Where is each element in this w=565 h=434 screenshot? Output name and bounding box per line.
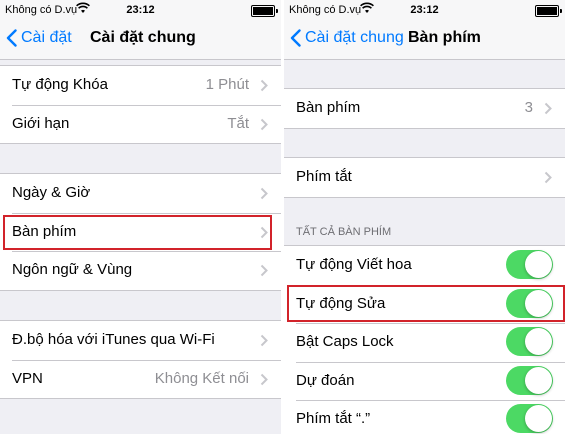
toggle-knob [525,251,552,278]
keyboards-row[interactable]: Bàn phím 3 [284,89,565,128]
chevron-right-icon [260,187,268,200]
toggle-knob [525,289,552,317]
auto-correction-row: Tự động Sửa [284,284,565,324]
settings-group-2: Ngày & Giờ Bàn phím Ngôn ngữ & Vùng [0,173,281,291]
settings-group-3: Đ.bộ hóa với iTunes qua Wi-Fi VPN Không … [0,320,281,399]
keyboard-settings-screen: Không có D.vụ 23:12 Cài đặt chung Bàn ph… [284,0,565,434]
toggle-knob [525,328,552,355]
navigation-bar: Cài đặt chung Bàn phím [284,20,565,60]
row-label: VPN [12,369,43,387]
period-shortcut-row: Phím tắt “.” [284,400,565,434]
row-label: Tự động Viết hoa [296,256,412,273]
toggle-knob [525,366,552,394]
row-value: Không Kết nối [154,369,249,387]
chevron-right-icon [260,373,268,385]
auto-lock-row[interactable]: Tự động Khóa 1 Phút [0,66,281,105]
keyboard-row[interactable]: Bàn phím [0,212,281,252]
chevron-right-icon [544,102,552,115]
back-label: Cài đặt [21,29,72,46]
battery-icon [251,5,278,17]
page-title: Cài đặt chung [90,29,196,46]
date-time-row[interactable]: Ngày & Giờ [0,174,281,213]
row-value: 1 Phút [205,76,249,93]
chevron-right-icon [260,79,268,92]
language-region-row[interactable]: Ngôn ngữ & Vùng [0,251,281,290]
settings-group-1: Tự động Khóa 1 Phút Giới hạn Tắt [0,65,281,144]
auto-capitalization-row: Tự động Viết hoa [284,246,565,285]
row-label: Phím tắt “.” [296,410,371,427]
battery-icon [535,5,562,17]
row-label: Đ.bộ hóa với iTunes qua Wi-Fi [12,331,215,348]
chevron-right-icon [260,226,268,238]
all-keyboards-group: Tự động Viết hoa Tự động Sửa Bật Caps Lo… [284,245,565,434]
page-title: Bàn phím [408,29,481,46]
period-shortcut-toggle[interactable] [506,404,553,433]
restrictions-row[interactable]: Giới hạn Tắt [0,104,281,144]
navigation-bar: Cài đặt Cài đặt chung [0,20,281,60]
row-label: Tự động Sửa [296,294,386,312]
back-label: Cài đặt chung [305,29,404,46]
back-button[interactable]: Cài đặt chung [290,29,404,47]
predictive-row: Dự đoán [284,361,565,401]
section-header: TẤT CẢ BÀN PHÍM [296,226,392,238]
row-label: Ngày & Giờ [12,184,91,201]
predictive-toggle[interactable] [506,365,553,395]
vpn-row[interactable]: VPN Không Kết nối [0,359,281,399]
auto-capitalization-toggle[interactable] [506,250,553,279]
clock: 23:12 [126,4,155,16]
caps-lock-row: Bật Caps Lock [284,323,565,362]
row-label: Bàn phím [12,222,77,240]
status-bar: Không có D.vụ 23:12 [284,0,565,20]
chevron-right-icon [544,171,552,184]
caps-lock-toggle[interactable] [506,327,553,356]
chevron-left-icon [6,29,17,47]
row-label: Ngôn ngữ & Vùng [12,261,133,278]
chevron-right-icon [260,264,268,277]
status-bar: Không có D.vụ 23:12 [0,0,281,20]
clock: 23:12 [410,4,439,16]
auto-correction-toggle[interactable] [506,288,553,318]
itunes-wifi-sync-row[interactable]: Đ.bộ hóa với iTunes qua Wi-Fi [0,321,281,360]
row-label: Bàn phím [296,99,361,116]
chevron-right-icon [260,118,268,130]
row-label: Phím tắt [296,168,352,185]
chevron-right-icon [260,334,268,347]
row-label: Bật Caps Lock [296,333,394,350]
row-value: 3 [524,99,533,116]
chevron-left-icon [290,29,301,47]
row-label: Dự đoán [296,371,355,389]
shortcuts-row[interactable]: Phím tắt [284,158,565,197]
general-settings-screen: Không có D.vụ 23:12 Cài đặt Cài đặt chun… [0,0,281,434]
back-button[interactable]: Cài đặt [6,29,72,47]
keyboards-group: Bàn phím 3 [284,88,565,129]
row-label: Tự động Khóa [12,76,108,93]
row-label: Giới hạn [12,114,70,132]
row-value: Tắt [227,114,249,132]
shortcuts-group: Phím tắt [284,157,565,198]
toggle-knob [525,405,552,432]
